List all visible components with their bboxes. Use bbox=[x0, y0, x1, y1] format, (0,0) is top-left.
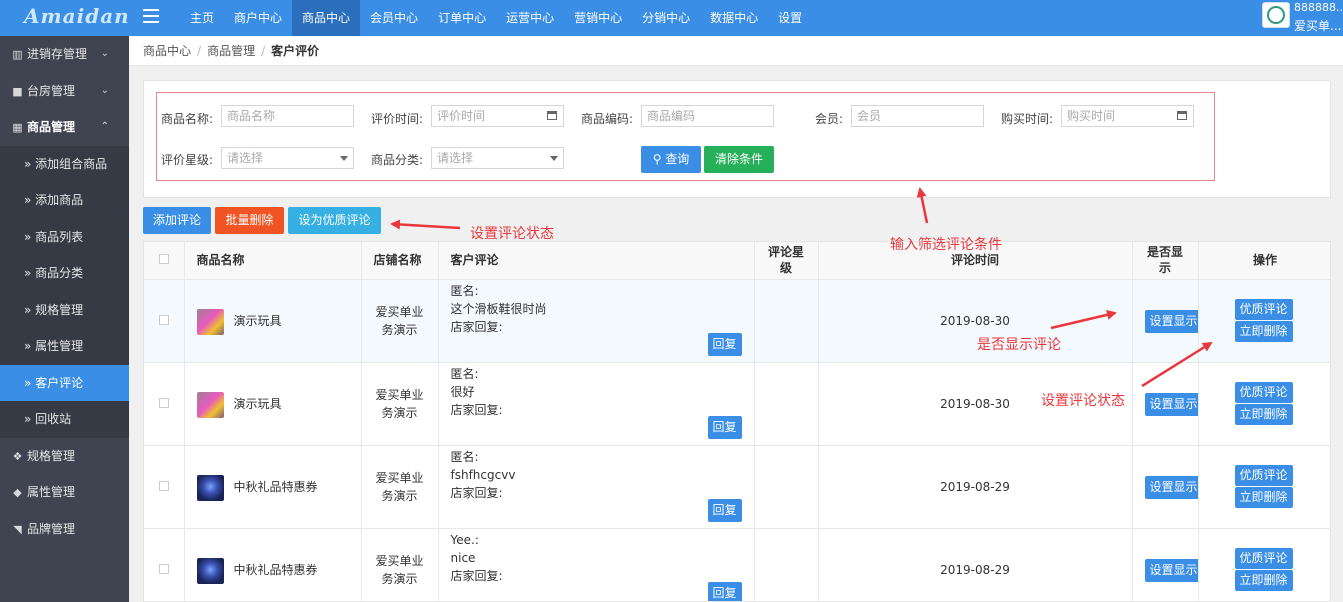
annotation-filter-conditions: 输入筛选评论条件 bbox=[890, 237, 1002, 253]
annotation-set-status-top: 设置评论状态 bbox=[470, 226, 554, 242]
arrow-to-operations bbox=[1141, 341, 1213, 388]
arrow-to-action-buttons bbox=[390, 219, 461, 230]
annotation-show-toggle: 是否显示评论 bbox=[977, 337, 1061, 353]
arrow-to-filter-box bbox=[916, 187, 929, 224]
annotation-arrows bbox=[390, 187, 1213, 388]
arrow-to-display-toggle bbox=[1050, 309, 1117, 330]
annotation-set-status-right: 设置评论状态 bbox=[1041, 393, 1125, 409]
